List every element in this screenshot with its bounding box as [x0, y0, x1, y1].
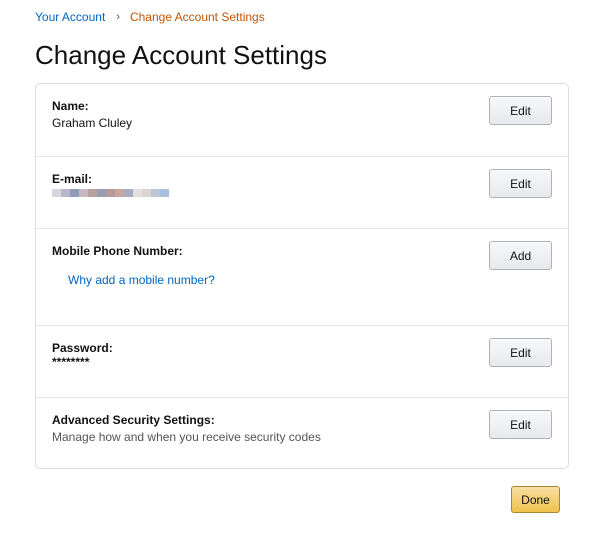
- edit-name-button[interactable]: Edit: [489, 96, 552, 125]
- email-obscured-block: [133, 189, 142, 197]
- email-obscured-block: [115, 189, 124, 197]
- settings-row-advanced-security: Advanced Security Settings: Manage how a…: [36, 397, 568, 469]
- email-obscured-block: [97, 189, 106, 197]
- settings-row-name: Name: Graham Cluley Edit: [36, 84, 568, 156]
- breadcrumb-separator-icon: ›: [116, 11, 120, 23]
- name-label: Name:: [52, 99, 89, 113]
- email-obscured-block: [70, 189, 79, 197]
- email-value-obscured: [52, 189, 169, 197]
- settings-panel: Name: Graham Cluley Edit E-mail: Edit Mo…: [35, 83, 569, 469]
- edit-email-button[interactable]: Edit: [489, 169, 552, 198]
- email-obscured-block: [160, 189, 169, 197]
- email-obscured-block: [88, 189, 97, 197]
- add-mobile-button[interactable]: Add: [489, 241, 552, 270]
- name-value: Graham Cluley: [52, 116, 133, 130]
- breadcrumb-your-account-link[interactable]: Your Account: [35, 9, 105, 25]
- page-title: Change Account Settings: [35, 40, 327, 70]
- email-obscured-block: [151, 189, 160, 197]
- advanced-security-description: Manage how and when you receive security…: [52, 430, 321, 444]
- settings-row-email: E-mail: Edit: [36, 156, 568, 228]
- breadcrumb: Your Account › Change Account Settings: [35, 9, 265, 25]
- breadcrumb-current: Change Account Settings: [129, 10, 265, 24]
- email-obscured-block: [52, 189, 61, 197]
- done-button[interactable]: Done: [511, 486, 560, 513]
- settings-row-password: Password: ******** Edit: [36, 325, 568, 397]
- email-obscured-block: [124, 189, 133, 197]
- why-add-mobile-link[interactable]: Why add a mobile number?: [68, 272, 215, 288]
- email-obscured-block: [79, 189, 88, 197]
- edit-password-button[interactable]: Edit: [489, 338, 552, 367]
- settings-row-mobile: Mobile Phone Number: Why add a mobile nu…: [36, 228, 568, 325]
- email-obscured-block: [142, 189, 151, 197]
- edit-advanced-security-button[interactable]: Edit: [489, 410, 552, 439]
- email-obscured-block: [61, 189, 70, 197]
- email-obscured-block: [106, 189, 115, 197]
- email-label: E-mail:: [52, 172, 93, 186]
- mobile-label: Mobile Phone Number:: [52, 244, 183, 258]
- advanced-security-label: Advanced Security Settings:: [52, 413, 215, 427]
- password-value: ********: [52, 355, 90, 369]
